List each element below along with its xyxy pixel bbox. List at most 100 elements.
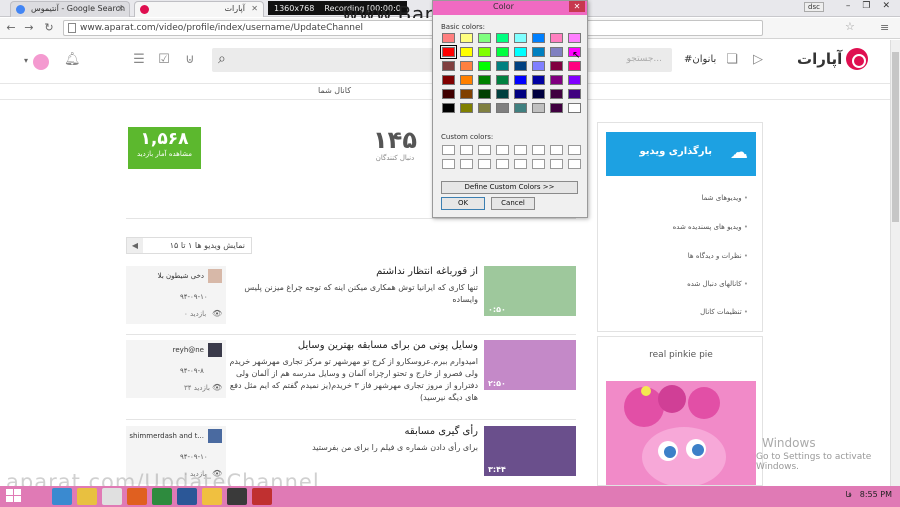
sidebar-item-channel-settings[interactable]: تنظیمات کانال: [700, 308, 748, 316]
back-icon[interactable]: ←: [4, 21, 18, 35]
bookmark-icon[interactable]: ❏: [724, 52, 740, 68]
video-thumbnail[interactable]: ۳:۴۴: [484, 426, 576, 476]
basket-icon[interactable]: ⊍: [182, 52, 198, 68]
tab-aparat[interactable]: آپارات ✕: [134, 1, 264, 17]
pager-arrow-icon[interactable]: ◀: [127, 238, 143, 253]
color-swatch[interactable]: [440, 45, 457, 59]
sidebar-item-your-videos[interactable]: ویدیوهای شما: [702, 194, 749, 202]
search-icon[interactable]: ⌕: [218, 51, 226, 67]
color-swatch[interactable]: [568, 61, 581, 71]
color-swatch[interactable]: [532, 33, 545, 43]
custom-color-swatch[interactable]: [442, 145, 455, 155]
custom-color-swatch[interactable]: [460, 145, 473, 155]
paint-icon[interactable]: [202, 488, 222, 505]
bandicam-icon[interactable]: [252, 488, 272, 505]
color-swatch[interactable]: [550, 33, 563, 43]
define-custom-colors-button[interactable]: Define Custom Colors >>: [441, 181, 578, 194]
chevron-down-icon[interactable]: ▾: [24, 56, 28, 65]
checklist-icon[interactable]: ☑: [156, 52, 172, 68]
color-swatch[interactable]: [478, 75, 491, 85]
color-swatch[interactable]: [550, 61, 563, 71]
custom-color-swatch[interactable]: [460, 159, 473, 169]
bookmark-star-icon[interactable]: ☆: [845, 20, 855, 33]
custom-color-swatch[interactable]: [568, 145, 581, 155]
play-icon[interactable]: ▷: [750, 52, 766, 68]
color-swatch[interactable]: [568, 89, 581, 99]
color-swatch[interactable]: [460, 89, 473, 99]
color-swatch[interactable]: [460, 75, 473, 85]
color-swatch[interactable]: [550, 75, 563, 85]
color-swatch[interactable]: [532, 75, 545, 85]
color-swatch[interactable]: [460, 47, 473, 57]
color-swatch[interactable]: [460, 103, 473, 113]
ie-icon[interactable]: [52, 488, 72, 505]
color-swatch[interactable]: [514, 89, 527, 99]
custom-color-swatch[interactable]: [478, 145, 491, 155]
url-field[interactable]: www.aparat.com/video/profile/index/usern…: [63, 20, 763, 36]
color-swatch[interactable]: [550, 89, 563, 99]
color-swatch[interactable]: [478, 33, 491, 43]
custom-color-swatch[interactable]: [478, 159, 491, 169]
color-swatch[interactable]: [532, 47, 545, 57]
page-scrollbar[interactable]: [890, 40, 900, 486]
reload-icon[interactable]: ↻: [42, 21, 56, 35]
cancel-button[interactable]: Cancel: [491, 197, 535, 210]
color-swatch[interactable]: [496, 33, 509, 43]
profile-label[interactable]: dsc: [804, 2, 824, 12]
user-avatar[interactable]: [33, 54, 49, 70]
color-swatch[interactable]: [550, 103, 563, 113]
color-swatch[interactable]: [442, 89, 455, 99]
color-swatch[interactable]: [442, 103, 455, 113]
channel-image[interactable]: [606, 381, 756, 485]
color-swatch[interactable]: [442, 75, 455, 85]
color-swatch[interactable]: [496, 47, 509, 57]
video-thumbnail[interactable]: ۲:۵۰: [484, 340, 576, 390]
close-window-icon[interactable]: ✕: [878, 1, 894, 11]
color-swatch[interactable]: [496, 61, 509, 71]
sidebar-item-followed-channels[interactable]: کانالهای دنبال شده: [687, 280, 748, 288]
user-avatar[interactable]: [208, 269, 222, 283]
custom-color-swatch[interactable]: [568, 159, 581, 169]
color-swatch[interactable]: [514, 61, 527, 71]
color-swatch[interactable]: [514, 33, 527, 43]
sidebar-item-comments[interactable]: نظرات و دیدگاه ها: [688, 252, 748, 260]
color-swatch[interactable]: [442, 61, 455, 71]
dialog-titlebar[interactable]: Color ✕: [433, 1, 587, 15]
color-swatch[interactable]: [532, 103, 545, 113]
forward-icon[interactable]: →: [22, 21, 36, 35]
explorer-icon[interactable]: [77, 488, 97, 505]
video-title[interactable]: وسایل پونی من برای مسابقه بهترین وسایل: [228, 340, 478, 351]
firefox-icon[interactable]: [127, 488, 147, 505]
maximize-icon[interactable]: ❐: [858, 1, 874, 11]
color-swatch[interactable]: [478, 47, 491, 57]
user-avatar[interactable]: [208, 343, 222, 357]
custom-color-swatch[interactable]: [496, 159, 509, 169]
channel-title[interactable]: real pinkie pie: [598, 350, 764, 360]
video-user[interactable]: reyh@ne: [173, 346, 204, 354]
media-icon[interactable]: [227, 488, 247, 505]
aparat-logo[interactable]: آپارات: [797, 48, 869, 70]
chrome-icon[interactable]: [102, 488, 122, 505]
video-thumbnail[interactable]: ۰:۵۰: [484, 266, 576, 316]
color-swatch[interactable]: [532, 89, 545, 99]
color-swatch[interactable]: [550, 47, 563, 57]
custom-color-swatch[interactable]: [514, 145, 527, 155]
minimize-icon[interactable]: –: [842, 1, 855, 11]
ok-button[interactable]: OK: [441, 197, 485, 210]
color-swatch[interactable]: [460, 61, 473, 71]
user-avatar[interactable]: [208, 429, 222, 443]
custom-color-swatch[interactable]: [496, 145, 509, 155]
color-swatch[interactable]: [460, 33, 473, 43]
close-icon[interactable]: ✕: [569, 1, 585, 12]
color-swatch[interactable]: [478, 61, 491, 71]
excel-icon[interactable]: [152, 488, 172, 505]
color-swatch[interactable]: [514, 75, 527, 85]
language-indicator[interactable]: فا: [846, 490, 852, 499]
custom-color-swatch[interactable]: [514, 159, 527, 169]
hashtag-link[interactable]: #بانوان: [684, 54, 716, 65]
video-user[interactable]: shimmerdash and t...: [129, 432, 204, 440]
color-swatch[interactable]: [496, 103, 509, 113]
windows-start-icon[interactable]: [6, 489, 22, 504]
video-user[interactable]: دخی شیطون بلا: [158, 272, 204, 280]
color-swatch[interactable]: [478, 89, 491, 99]
